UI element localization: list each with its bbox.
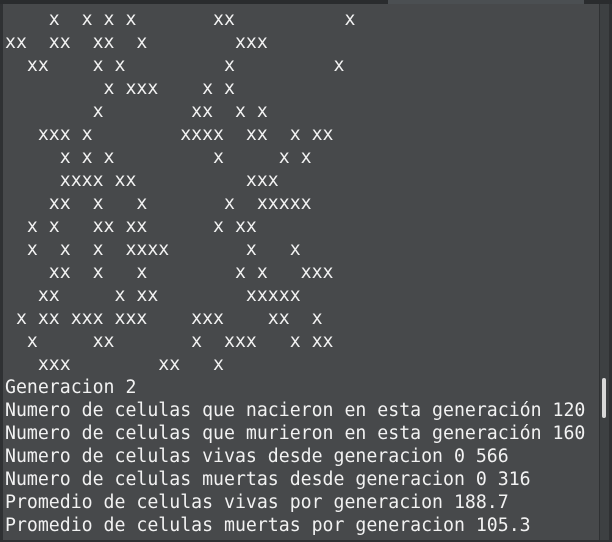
- vertical-scrollbar[interactable]: [600, 4, 609, 540]
- grid-line: xx x x x xxxxx: [5, 193, 312, 214]
- grid-line: xx x x x x xxx: [5, 262, 334, 283]
- generation-label: Generacion 2: [5, 377, 137, 398]
- died-count-line: Numero de celulas que murieron en esta g…: [5, 423, 586, 444]
- alive-average-line: Promedio de celulas vivas por generacion…: [5, 492, 509, 513]
- grid-line: x xx xxx xxx xxx xx x: [5, 308, 323, 329]
- grid-line: x x x x x x: [5, 147, 312, 168]
- alive-total-line: Numero de celulas vivas desde generacion…: [5, 446, 509, 467]
- dead-total-line: Numero de celulas muertas desde generaci…: [5, 469, 531, 490]
- grid-line: xxx xx x: [5, 354, 224, 375]
- grid-line: x x xx xx x xx: [5, 216, 257, 237]
- terminal-lines: x x x x xx x xx xx xx x xxx xx x x x x x…: [5, 8, 585, 537]
- dead-average-line: Promedio de celulas muertas por generaci…: [5, 515, 531, 536]
- born-count-line: Numero de celulas que nacieron en esta g…: [5, 400, 586, 421]
- terminal-window: x x x x xx x xx xx xx x xxx xx x x x x x…: [0, 0, 612, 542]
- terminal-output-area[interactable]: x x x x xx x xx xx xx x xxx xx x x x x x…: [3, 4, 599, 540]
- scrollbar-thumb[interactable]: [602, 378, 606, 418]
- grid-line: x x x xxxx x x: [5, 239, 301, 260]
- grid-line: xx xx xx x xxx: [5, 32, 268, 53]
- grid-line: x x x x xx x: [5, 9, 356, 30]
- grid-line: x xx x xxx x xx: [5, 331, 334, 352]
- grid-line: xx x x x x: [5, 55, 345, 76]
- grid-line: x xxx x x: [5, 78, 235, 99]
- grid-line: xxx x xxxx xx x xx: [5, 124, 334, 145]
- grid-line: x xx x x: [5, 101, 268, 122]
- grid-line: xxxx xx xxx: [5, 170, 279, 191]
- grid-line: xx x xx xxxxx: [5, 285, 301, 306]
